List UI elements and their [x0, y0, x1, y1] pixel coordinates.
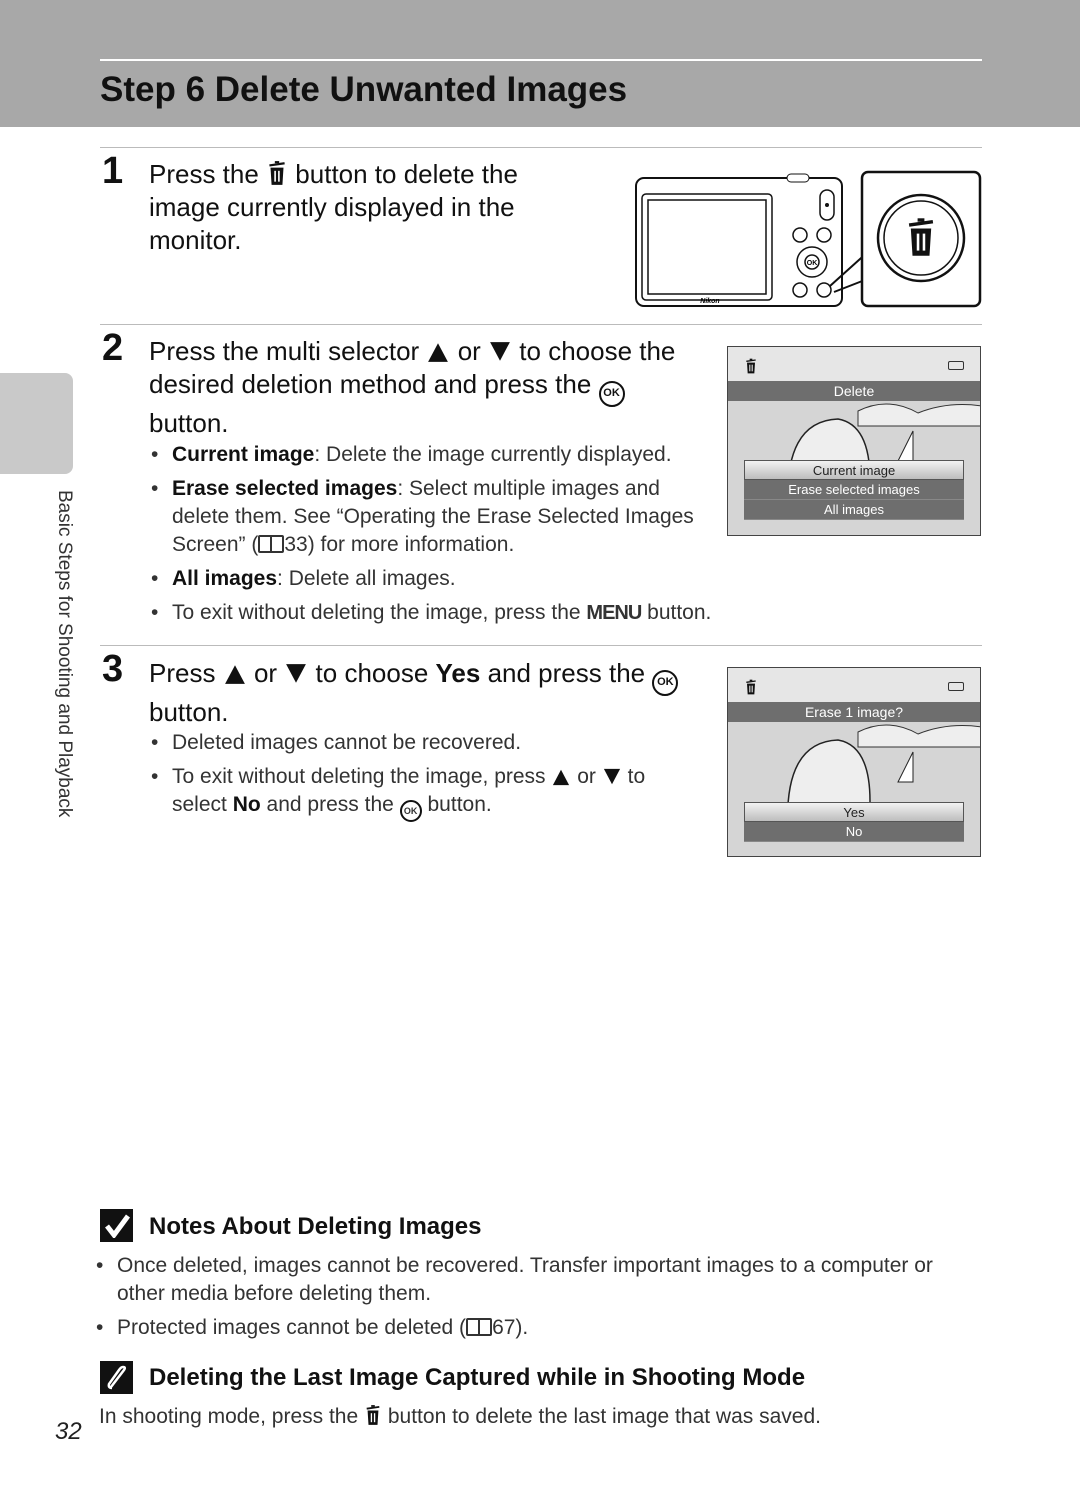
down-arrow-icon [284, 663, 308, 685]
page-number: 32 [55, 1418, 82, 1445]
up-arrow-icon [223, 663, 247, 685]
list-item: Erase selected images: Select multiple i… [149, 475, 694, 559]
divider [100, 324, 982, 325]
text: Yes [435, 658, 481, 688]
side-tab [0, 373, 73, 474]
menu-option-all-images[interactable]: All images [744, 500, 964, 520]
text: or [253, 658, 278, 688]
text: button. [149, 696, 229, 727]
list-item: Once deleted, images cannot be recovered… [94, 1252, 974, 1308]
screen-title: Erase 1 image? [728, 702, 980, 722]
tip-heading: Deleting the Last Image Captured while i… [149, 1364, 806, 1391]
list-item: Protected images cannot be deleted (67). [94, 1314, 974, 1342]
book-reference-icon [466, 1318, 493, 1336]
notes-list: Once deleted, images cannot be recovered… [94, 1252, 974, 1348]
text: Press the multi selector [149, 336, 420, 366]
down-arrow-icon [602, 768, 622, 786]
trash-icon [744, 358, 758, 374]
notes-heading: Notes About Deleting Images [149, 1213, 482, 1240]
step-number: 2 [102, 327, 124, 369]
step-number: 3 [102, 648, 124, 690]
paperclip-icon [100, 1361, 133, 1394]
side-section-label: Basic Steps for Shooting and Playback [54, 490, 75, 818]
up-arrow-icon [426, 341, 450, 363]
battery-icon [948, 682, 964, 691]
text: Press [149, 658, 216, 688]
divider [100, 645, 982, 646]
menu-option-current-image[interactable]: Current image [744, 460, 964, 480]
text: or [457, 336, 481, 366]
step1-instruction: Press the button to delete the image cur… [149, 158, 569, 257]
camera-illustration: OK Nikon [635, 170, 982, 308]
camera-brand-logo: Nikon [700, 298, 719, 305]
down-arrow-icon [488, 341, 512, 363]
menu-button-icon: MENU [586, 602, 642, 624]
page-title: Step 6 Delete Unwanted Images [100, 70, 628, 109]
step2-bullets: Current image: Delete the image currentl… [149, 441, 724, 633]
tip-text: In shooting mode, press the button to de… [99, 1404, 821, 1428]
step2-instruction: Press the multi selector or to choose th… [149, 335, 709, 440]
step3-bullets: Deleted images cannot be recovered. To e… [149, 729, 694, 828]
text: button. [149, 407, 229, 438]
camera-screen-erase-confirm: Erase 1 image? Yes No [727, 667, 981, 857]
trash-icon [744, 679, 758, 695]
list-item: All images: Delete all images. [149, 565, 724, 593]
text: to choose [315, 658, 429, 688]
text: and press the [487, 658, 646, 688]
menu-option-erase-selected[interactable]: Erase selected images [744, 480, 964, 500]
ok-button-icon: OK [598, 380, 625, 407]
trash-icon [364, 1404, 382, 1426]
text: Press the [149, 159, 259, 189]
list-item: Deleted images cannot be recovered. [149, 729, 694, 757]
book-reference-icon [258, 535, 285, 553]
ok-button-icon: OK [652, 669, 679, 696]
menu-option-yes[interactable]: Yes [744, 802, 964, 822]
step-number: 1 [102, 150, 124, 192]
list-item: Current image: Delete the image currentl… [149, 441, 724, 469]
camera-screen-delete-menu: Delete Current image Erase selected imag… [727, 346, 981, 536]
trash-icon [266, 160, 288, 186]
checkmark-icon [100, 1209, 133, 1242]
ok-button-icon: OK [399, 800, 422, 822]
screen-title: Delete [728, 381, 980, 401]
list-item: To exit without deleting the image, pres… [149, 599, 724, 627]
battery-icon [948, 361, 964, 370]
menu-option-no[interactable]: No [744, 822, 964, 842]
up-arrow-icon [551, 768, 571, 786]
list-item: To exit without deleting the image, pres… [149, 763, 694, 822]
ok-button-label: OK [807, 260, 818, 267]
step3-instruction: Press or to choose Yes and press the OK … [149, 657, 709, 729]
divider [100, 147, 982, 148]
